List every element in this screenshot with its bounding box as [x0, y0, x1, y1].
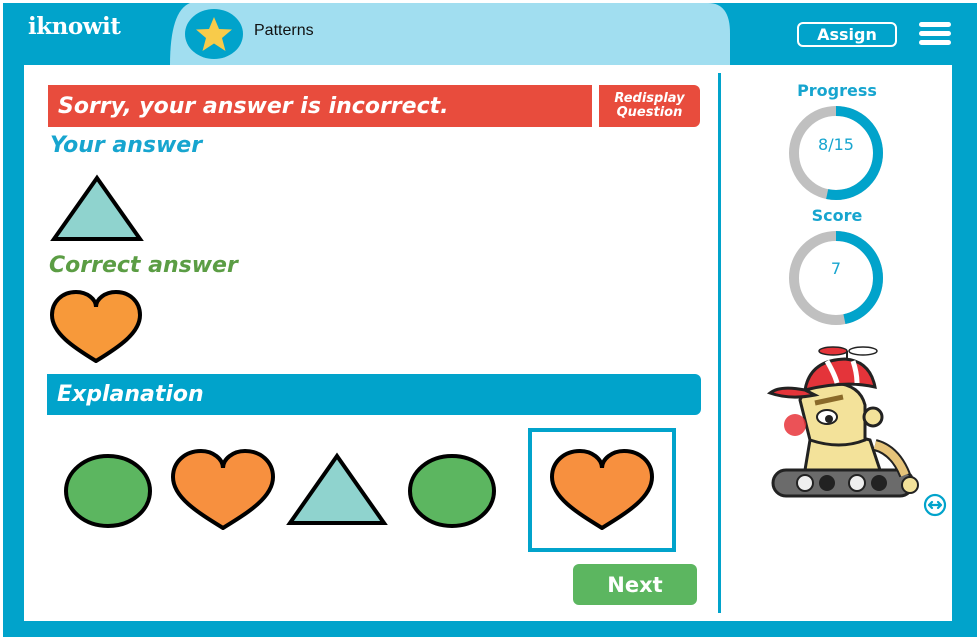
score-label: Score [811, 206, 863, 225]
score-ring [789, 231, 883, 325]
sequence-circle-icon [64, 454, 152, 528]
panel-divider [718, 73, 721, 613]
next-button[interactable]: Next [573, 564, 697, 605]
your-answer-label: Your answer [50, 133, 203, 158]
iknowit-logo[interactable]: iknowit [28, 13, 121, 40]
progress-value: 8/15 [818, 135, 854, 154]
sequence-answer-heart-icon [549, 448, 655, 530]
robot-mascot [766, 346, 919, 498]
lesson-title: Patterns [254, 22, 314, 39]
assign-button[interactable]: Assign [797, 22, 897, 47]
star-icon [196, 17, 232, 51]
sequence-triangle-icon [286, 452, 388, 525]
logo-text: iknowit [28, 13, 121, 40]
correct-answer-heart-icon [49, 289, 143, 363]
hamburger-menu-icon[interactable] [919, 22, 951, 46]
score-value: 7 [830, 259, 842, 278]
sequence-circle-icon [408, 454, 496, 528]
redisplay-label-2: Question [616, 105, 683, 120]
redisplay-label-1: Redisplay [614, 91, 685, 106]
result-banner: Sorry, your answer is incorrect. [48, 85, 592, 127]
progress-label: Progress [797, 81, 877, 100]
expand-horizontal-icon[interactable] [923, 493, 947, 517]
sequence-heart-icon [170, 448, 276, 530]
lesson-star-badge [185, 9, 247, 59]
explanation-header: Explanation [47, 374, 701, 415]
correct-answer-label: Correct answer [49, 253, 238, 278]
redisplay-question-button[interactable]: Redisplay Question [599, 85, 700, 127]
your-answer-triangle-icon [50, 174, 144, 241]
